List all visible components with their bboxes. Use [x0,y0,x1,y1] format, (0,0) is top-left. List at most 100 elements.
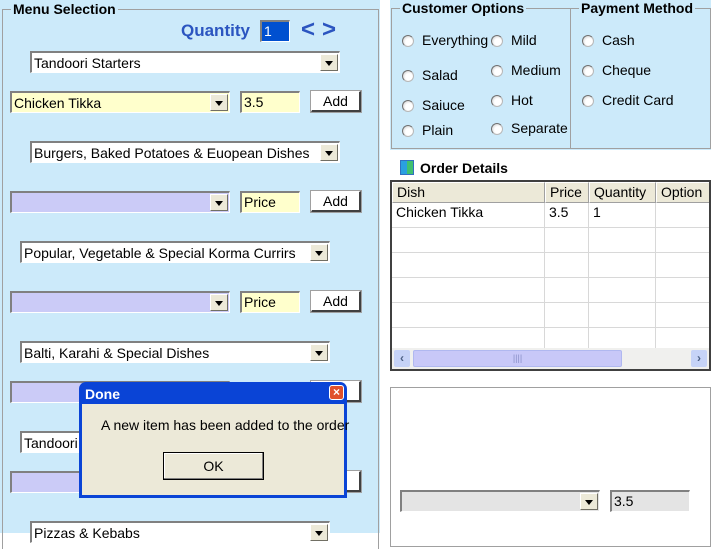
dish-combo-2[interactable] [10,191,230,213]
radio-icon[interactable] [402,125,414,137]
category-combo-pizzas[interactable]: Pizzas & Kebabs [30,521,330,543]
price-field-3[interactable]: Price [240,291,300,313]
dish-combo-3[interactable] [10,291,230,313]
grid-cell[interactable]: 1 [589,203,656,228]
add-button-1[interactable]: Add [310,90,362,113]
radio-label: Credit Card [602,92,674,108]
grid-cell-empty[interactable] [392,253,545,278]
scroll-left-button[interactable]: ‹ [394,350,410,367]
radio-medium[interactable]: Medium [491,61,561,79]
ok-button[interactable]: OK [163,452,264,480]
category-value: Tandoori [24,435,78,451]
radio-label: Cash [602,32,635,48]
order-details-grid[interactable]: Dish Price Quantity Option Chicken Tikka… [390,180,711,371]
chevron-down-icon[interactable] [210,94,228,111]
category-value: Pizzas & Kebabs [34,525,140,541]
chevron-down-icon[interactable] [580,493,598,510]
quantity-label: Quantity [181,21,250,40]
radio-cash[interactable]: Cash [582,31,635,49]
radio-icon[interactable] [491,95,503,107]
radio-icon[interactable] [402,70,414,82]
category-combo-tandoori-starters[interactable]: Tandoori Starters [30,51,340,73]
scroll-right-button[interactable]: › [691,350,707,367]
column-header-price[interactable]: Price [545,182,589,203]
radio-everything[interactable]: Everything [402,31,488,49]
chevron-down-icon[interactable] [210,294,228,311]
radio-label: Saiuce [422,97,465,113]
radio-salad[interactable]: Salad [402,66,458,84]
grid-cell[interactable]: Chicken Tikka [392,203,545,228]
done-dialog: Done × A new item has been added to the … [79,382,349,498]
quantity-input[interactable]: 1 [260,20,290,42]
radio-credit-card[interactable]: Credit Card [582,91,674,109]
menu-selection-title: Menu Selection [11,1,118,17]
grid-cell[interactable]: 3.5 [545,203,589,228]
grid-cell-empty[interactable] [656,253,709,278]
grid-cell-empty[interactable] [545,278,589,303]
radio-icon[interactable] [582,65,594,77]
radio-icon[interactable] [582,95,594,107]
summary-combo[interactable] [400,490,600,512]
category-value: Popular, Vegetable & Special Korma Curri… [24,245,296,261]
chevron-down-icon[interactable] [310,244,328,261]
radio-icon[interactable] [491,35,503,47]
category-combo-balti[interactable]: Balti, Karahi & Special Dishes [20,341,330,363]
radio-label: Everything [422,32,489,48]
grid-cell-empty[interactable] [392,278,545,303]
radio-plain[interactable]: Plain [402,121,453,139]
radio-label: Salad [422,67,458,83]
radio-label: Hot [511,92,533,108]
radio-icon[interactable] [402,100,414,112]
category-combo-korma[interactable]: Popular, Vegetable & Special Korma Curri… [20,241,330,263]
scroll-thumb[interactable]: |||| [413,350,622,367]
horizontal-scrollbar[interactable]: ‹ |||| › [392,348,709,369]
category-combo-burgers[interactable]: Burgers, Baked Potatoes & Euopean Dishes [30,141,340,163]
chevron-down-icon[interactable] [210,194,228,211]
column-header-dish[interactable]: Dish [392,182,545,203]
grid-cell-empty[interactable] [545,228,589,253]
grid-cell-empty[interactable] [545,303,589,328]
radio-separate[interactable]: Separate [491,119,568,137]
add-button-3[interactable]: Add [310,290,362,313]
radio-icon[interactable] [582,35,594,47]
chevron-down-icon[interactable] [320,144,338,161]
add-button-2[interactable]: Add [310,190,362,213]
quantity-decrease-button[interactable]: < [301,16,315,44]
grid-cell-empty[interactable] [656,228,709,253]
radio-mild[interactable]: Mild [491,31,537,49]
radio-cheque[interactable]: Cheque [582,61,651,79]
grid-cell-empty[interactable] [392,303,545,328]
grid-cell-empty[interactable] [589,253,656,278]
grid-cell-empty[interactable] [656,303,709,328]
radio-sauce[interactable]: Saiuce [402,96,465,114]
radio-hot[interactable]: Hot [491,91,533,109]
column-header-option[interactable]: Option [656,182,709,203]
customer-options-panel: Customer Options Everything Salad Saiuce… [390,0,570,150]
summary-price-field[interactable]: 3.5 [610,490,690,512]
chevron-down-icon[interactable] [310,344,328,361]
quantity-value: 1 [264,23,272,39]
price-field-2[interactable]: Price [240,191,300,213]
column-header-quantity[interactable]: Quantity [589,182,656,203]
radio-icon[interactable] [402,35,414,47]
grid-cell-empty[interactable] [392,228,545,253]
grid-cell-empty[interactable] [589,278,656,303]
price-field-1[interactable]: 3.5 [240,91,300,113]
radio-label: Plain [422,122,454,138]
summary-panel [390,387,711,547]
quantity-increase-button[interactable]: > [322,16,336,44]
order-details-icon [400,160,414,175]
radio-icon[interactable] [491,65,503,77]
order-details-title: Order Details [420,160,508,176]
close-icon[interactable]: × [329,385,344,400]
grid-cell-empty[interactable] [656,278,709,303]
payment-method-panel: Payment Method Cash Cheque Credit Card [570,0,711,150]
grid-cell-empty[interactable] [589,228,656,253]
grid-cell-empty[interactable] [589,303,656,328]
grid-cell[interactable] [656,203,709,228]
category-value: Burgers, Baked Potatoes & Euopean Dishes [34,145,310,161]
chevron-down-icon[interactable] [320,54,338,71]
dish-combo-1[interactable]: Chicken Tikka [10,91,230,113]
grid-cell-empty[interactable] [545,253,589,278]
radio-icon[interactable] [491,123,503,135]
